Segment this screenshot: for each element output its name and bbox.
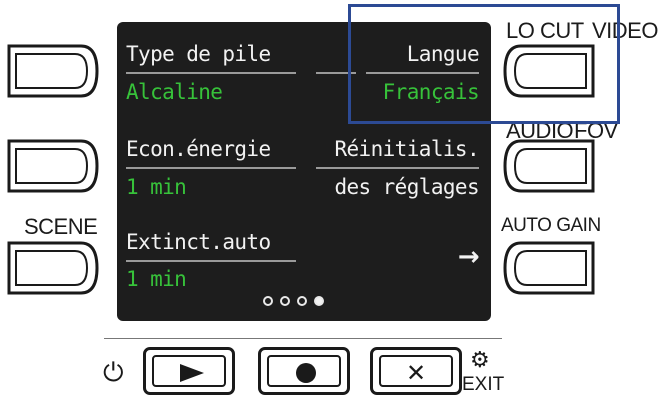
play-button[interactable]	[143, 347, 235, 395]
page-dot-1	[263, 296, 273, 306]
reset-subtitle: des réglages	[334, 175, 479, 199]
power-icon: ⏻	[103, 358, 124, 388]
battery-type-label[interactable]: Type de pile	[126, 44, 271, 65]
auto-off-underline	[126, 260, 296, 262]
auto-off-label[interactable]: Extinct.auto	[126, 232, 271, 253]
next-page-arrow-icon[interactable]: →	[458, 244, 480, 270]
left-button-middle[interactable]	[5, 138, 100, 194]
play-icon	[180, 364, 204, 382]
separator-line	[104, 338, 502, 339]
battery-type-underline	[126, 72, 296, 74]
scene-label: SCENE	[24, 214, 98, 239]
page-indicator	[263, 296, 324, 306]
exit-label: EXIT	[462, 374, 505, 395]
auto-gain-label: AUTO GAIN	[501, 215, 601, 236]
page-dot-4-active	[314, 296, 324, 306]
reset-label[interactable]: Réinitialis.	[334, 139, 479, 160]
power-saving-value: 1 min	[126, 175, 187, 199]
close-icon: ✕	[405, 359, 427, 387]
auto-gain-button[interactable]	[502, 240, 597, 296]
page-dot-3	[297, 296, 307, 306]
page-dot-2	[280, 296, 290, 306]
auto-off-value: 1 min	[126, 267, 187, 291]
battery-type-value: Alcaline	[126, 80, 223, 104]
power-saving-underline	[126, 167, 296, 169]
scene-button[interactable]	[5, 240, 100, 296]
audio-fov-button[interactable]	[502, 138, 597, 194]
power-saving-label[interactable]: Econ.énergie	[126, 139, 271, 160]
record-button[interactable]	[258, 347, 350, 395]
left-button-top[interactable]	[5, 43, 100, 99]
language-highlight-frame	[348, 4, 620, 124]
gear-icon: ⚙	[470, 348, 490, 373]
record-icon	[296, 363, 316, 383]
close-button[interactable]: ✕	[370, 347, 462, 395]
reset-underline	[316, 167, 479, 169]
